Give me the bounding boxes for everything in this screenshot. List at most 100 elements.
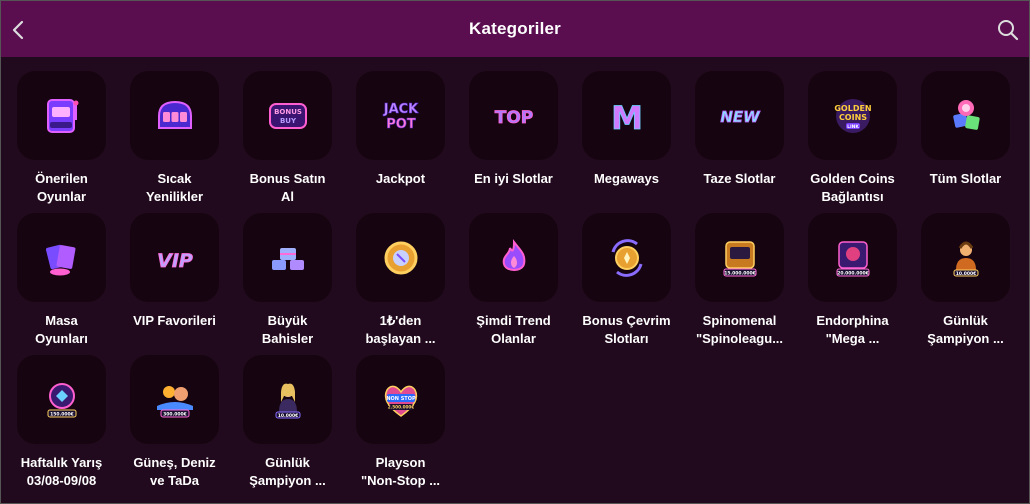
category-tile[interactable]: Şimdi Trend Olanlar: [469, 213, 558, 355]
tile-background: 20.000.000€: [808, 213, 897, 302]
svg-text:JACK: JACK: [382, 102, 418, 117]
svg-text:COINS: COINS: [838, 113, 866, 122]
category-label: Önerilen Oyunlar: [35, 171, 88, 204]
category-tile[interactable]: Önerilen Oyunlar: [17, 71, 106, 213]
category-tile[interactable]: 300.000€ Güneş, Deniz ve TaDa: [130, 355, 219, 497]
sun-sea-tada-icon: 300.000€: [156, 385, 193, 417]
category-tile[interactable]: Tüm Slotlar: [921, 71, 1010, 213]
vip-icon: VIP: [156, 249, 193, 272]
svg-text:10.000€: 10.000€: [277, 412, 298, 418]
category-tile[interactable]: GOLDEN COINS LINK Golden Coins Bağlantıs…: [808, 71, 897, 213]
category-tile[interactable]: 10.000€ Günlük Şampiyon ...: [921, 213, 1010, 355]
tile-background: 300.000€: [130, 355, 219, 444]
category-grid: Önerilen Oyunlar Sıcak Yenilikler BONUS …: [17, 71, 1010, 497]
category-label: Günlük Şampiyon ...: [249, 455, 326, 488]
category-tile[interactable]: Masa Oyunları: [17, 213, 106, 355]
top-bar: Kategoriler: [1, 1, 1029, 57]
svg-text:NEW: NEW: [720, 108, 761, 126]
tile-background: 10.000€: [243, 355, 332, 444]
search-icon[interactable]: [997, 19, 1019, 41]
category-tile[interactable]: M Megaways: [582, 71, 671, 213]
category-tile[interactable]: JACK POT Jackpot: [356, 71, 445, 213]
svg-text:2.500.000€: 2.500.000€: [387, 404, 414, 409]
megaways-m-icon: M: [610, 98, 643, 137]
category-label: Spinomenal "Spinoleagu...: [695, 313, 784, 346]
category-label: Bonus Satın Al: [249, 171, 326, 204]
category-label: Güneş, Deniz ve TaDa: [133, 455, 216, 488]
category-label: Taze Slotlar: [703, 171, 776, 186]
tile-background: [243, 213, 332, 302]
weekly-race-icon: 150.000€: [47, 382, 76, 417]
category-tile[interactable]: BONUS BUY Bonus Satın Al: [243, 71, 332, 213]
svg-text:15.000.000€: 15.000.000€: [724, 270, 756, 276]
tile-background: 10.000€: [921, 213, 1010, 302]
category-tile[interactable]: 20.000.000€ Endorphina "Mega ...: [808, 213, 897, 355]
tile-background: [356, 213, 445, 302]
category-tile[interactable]: 10.000€ Günlük Şampiyon ...: [243, 355, 332, 497]
tile-background: BONUS BUY: [243, 71, 332, 160]
category-label: Şimdi Trend Olanlar: [476, 313, 551, 346]
category-tile[interactable]: Büyük Bahisler: [243, 213, 332, 355]
svg-text:GOLDEN: GOLDEN: [834, 104, 871, 113]
category-label: Masa Oyunları: [35, 313, 88, 346]
tile-background: NON STOP 2.500.000€: [356, 355, 445, 444]
top-icon: TOP: [494, 107, 533, 128]
tile-background: GOLDEN COINS LINK: [808, 71, 897, 160]
category-label: En iyi Slotlar: [474, 171, 553, 186]
endorphina-promo-icon: 20.000.000€: [836, 240, 869, 276]
svg-text:TOP: TOP: [494, 108, 533, 128]
coin-icon: [384, 241, 417, 274]
tile-background: TOP: [469, 71, 558, 160]
svg-text:10.000€: 10.000€: [955, 270, 976, 276]
jackpot-icon: JACK POT: [382, 101, 419, 132]
category-tile[interactable]: Bonus Çevrim Slotları: [582, 213, 671, 355]
category-tile[interactable]: Sıcak Yenilikler: [130, 71, 219, 213]
category-tile[interactable]: 15.000.000€ Spinomenal "Spinoleagu...: [695, 213, 784, 355]
back-arrow-icon[interactable]: [9, 19, 29, 41]
svg-text:LINK: LINK: [847, 124, 859, 130]
tile-background: M: [582, 71, 671, 160]
category-label: Büyük Bahisler: [261, 313, 314, 346]
bonus-buy-icon: BONUS BUY: [268, 102, 307, 129]
category-tile[interactable]: NON STOP 2.500.000€ Playson "Non-Stop ..…: [356, 355, 445, 497]
tile-background: [17, 71, 106, 160]
page-title: Kategoriler: [469, 19, 561, 38]
tile-background: NEW: [695, 71, 784, 160]
category-label: Bonus Çevrim Slotları: [582, 313, 671, 346]
category-label: Jackpot: [375, 171, 426, 186]
tile-background: JACK POT: [356, 71, 445, 160]
category-label: Günlük Şampiyon ...: [927, 313, 1004, 346]
tile-background: 150.000€: [17, 355, 106, 444]
category-label: Haftalık Yarış 03/08-09/08: [20, 455, 103, 488]
table-games-icon: [45, 244, 75, 275]
category-tile[interactable]: VIP VIP Favorileri: [130, 213, 219, 355]
category-tile[interactable]: TOP En iyi Slotlar: [469, 71, 558, 213]
category-label: Golden Coins Bağlantısı: [810, 171, 895, 204]
category-tile[interactable]: NEW Taze Slotlar: [695, 71, 784, 213]
category-label: Endorphina "Mega ...: [816, 313, 889, 346]
golden-coins-icon: GOLDEN COINS LINK: [834, 98, 871, 133]
spinomenal-promo-icon: 15.000.000€: [723, 240, 756, 276]
hot-slot-icon: [157, 100, 192, 129]
category-label: Playson "Non-Stop ...: [360, 455, 441, 488]
tile-background: [17, 213, 106, 302]
wagering-coin-icon: [611, 238, 642, 277]
daily-champion-icon: 10.000€: [953, 241, 978, 276]
tile-background: 15.000.000€: [695, 213, 784, 302]
category-label: VIP Favorileri: [133, 313, 216, 328]
category-tile[interactable]: 150.000€ Haftalık Yarış 03/08-09/08: [17, 355, 106, 497]
flame-icon: [502, 238, 525, 271]
playson-nonstop-icon: NON STOP 2.500.000€: [384, 385, 417, 417]
svg-text:M: M: [611, 99, 643, 137]
svg-text:BUY: BUY: [279, 117, 296, 125]
app-window: Kategoriler Önerilen Oyunlar Sıcak Yenil…: [0, 0, 1030, 504]
svg-text:300.000€: 300.000€: [163, 411, 187, 417]
category-label: 1₺'den başlayan ...: [365, 313, 436, 346]
category-tile[interactable]: 1₺'den başlayan ...: [356, 213, 445, 355]
svg-text:VIP: VIP: [157, 250, 193, 272]
category-label: Megaways: [593, 171, 660, 186]
tile-background: [921, 71, 1010, 160]
tile-background: [582, 213, 671, 302]
tile-background: [130, 71, 219, 160]
svg-text:150.000€: 150.000€: [50, 411, 74, 417]
